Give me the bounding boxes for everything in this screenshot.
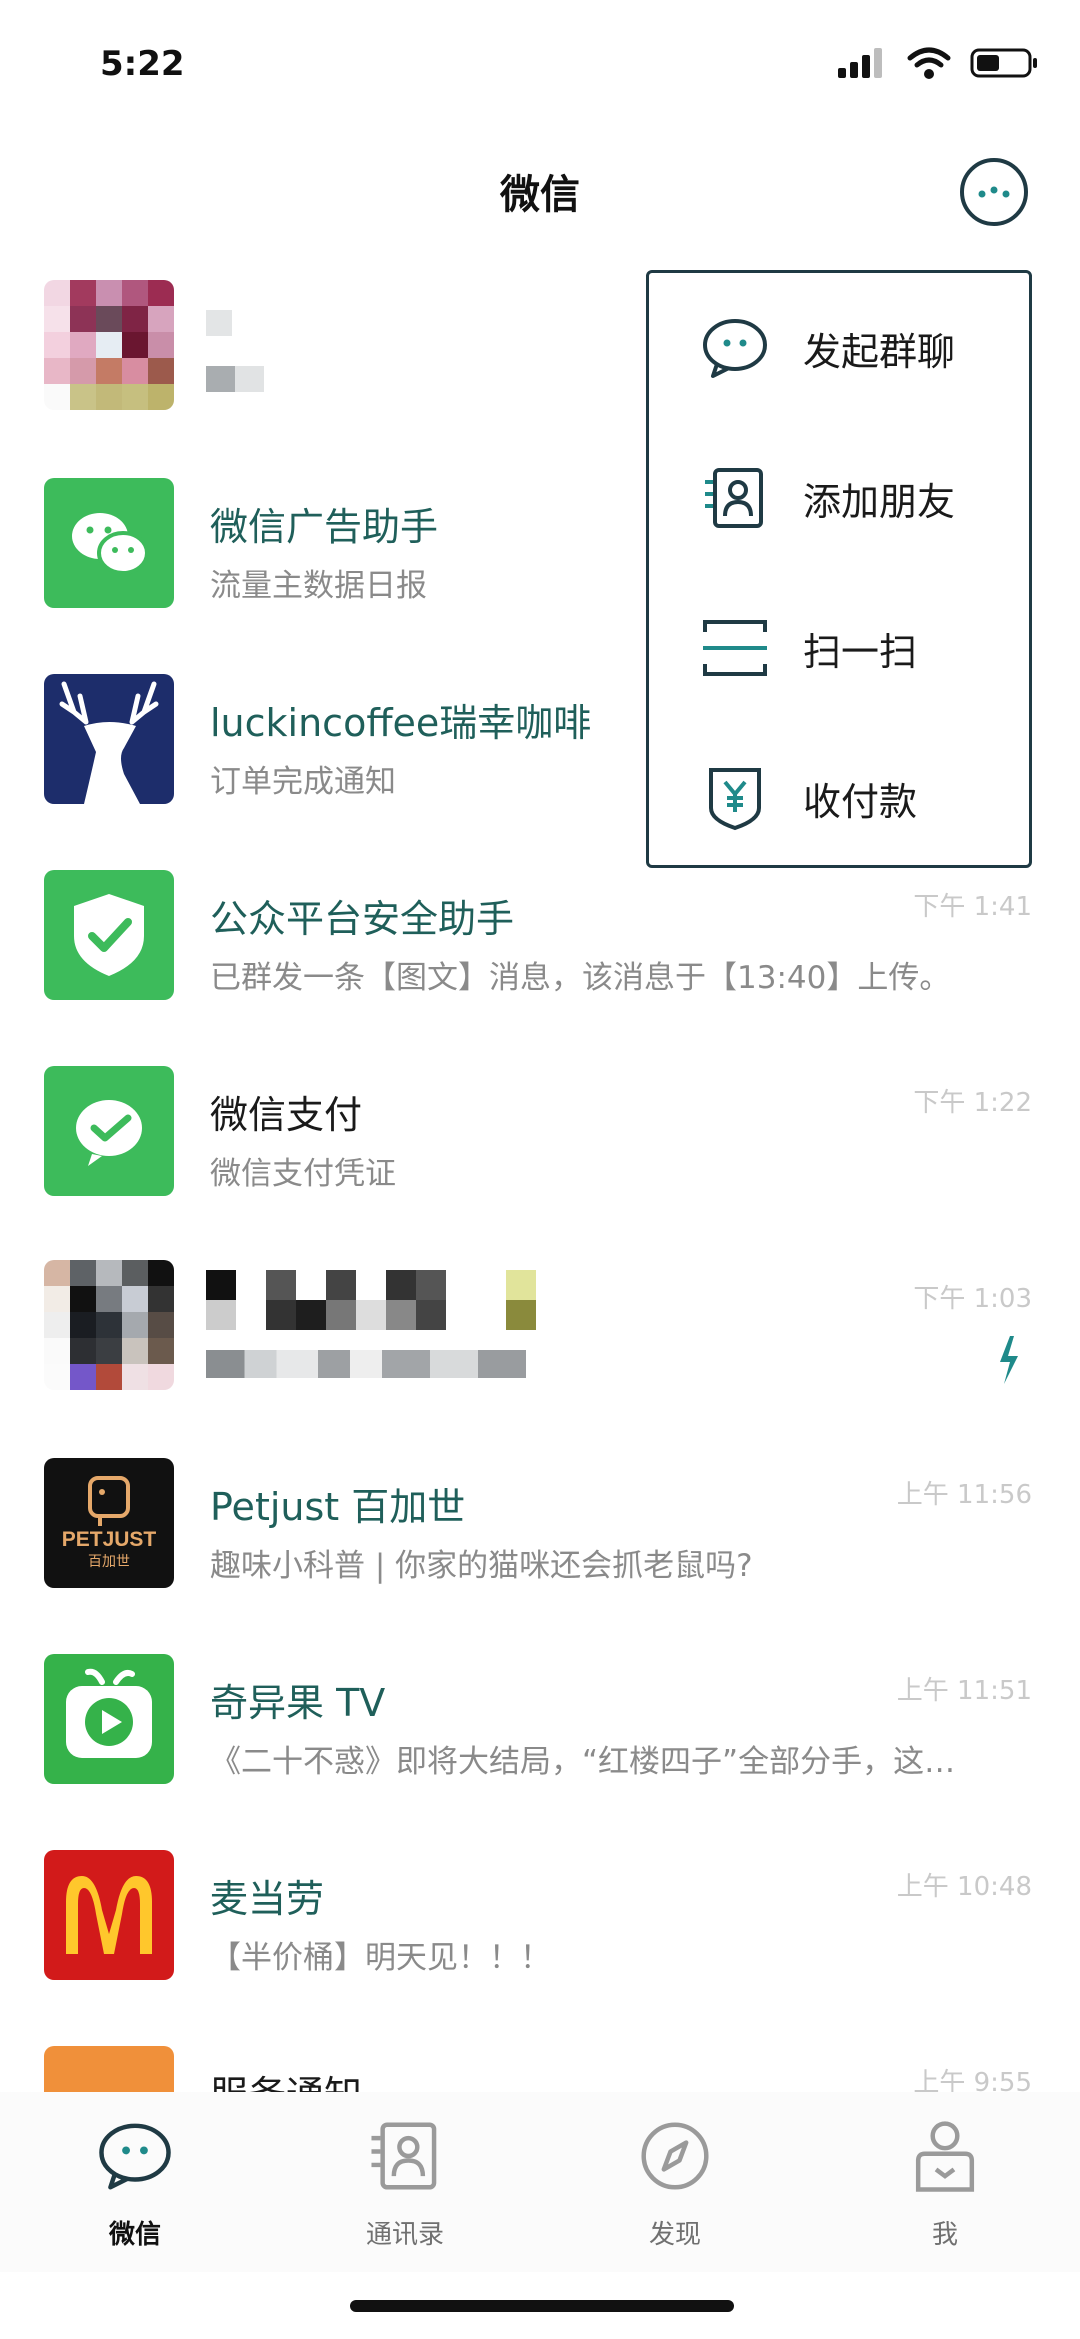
tab-label: 发现 — [648, 2220, 701, 2250]
person-icon — [905, 2116, 985, 2196]
blurred-preview — [206, 1350, 526, 1378]
chat-bubble-icon — [701, 314, 769, 382]
chat-time: 下午 1:22 — [913, 1088, 1032, 1118]
cellular-signal-icon — [838, 48, 882, 78]
chat-preview: 已群发一条【图文】消息，该消息于【13:40】上传。 — [210, 960, 951, 996]
chat-name: 微信广告助手 — [210, 505, 439, 549]
chat-time: 下午 1:41 — [913, 892, 1032, 922]
home-indicator[interactable] — [350, 2300, 734, 2312]
kiwi-tv-icon — [44, 1654, 174, 1784]
page-title: 微信 — [500, 172, 580, 218]
wechat-ad-icon — [44, 478, 174, 608]
add-contact-icon — [701, 464, 769, 532]
blurred-name — [206, 310, 232, 336]
blurred-avatar — [44, 280, 174, 410]
chat-name: 服务通知 — [210, 2064, 362, 2092]
chat-name: 麦当劳 — [210, 1877, 325, 1921]
popup-item-add-friend[interactable]: 添加朋友 — [649, 423, 1029, 573]
blurred-preview — [206, 366, 264, 392]
chat-name: 微信支付 — [210, 1093, 363, 1137]
popup-item-label: 收付款 — [803, 779, 918, 824]
tab-discover[interactable]: 发现 — [540, 2092, 810, 2272]
petjust-logo-text: PETJUST — [62, 1528, 157, 1551]
chat-row[interactable]: PETJUST 百加世 Petjust 百加世 趣味小科普 | 你家的猫咪还会抓… — [0, 1438, 1080, 1634]
chat-row[interactable]: 奇异果 TV 《二十不惑》即将大结局，“红楼四子”全部分手，这… 上午 11:5… — [0, 1634, 1080, 1830]
more-dots-icon — [978, 186, 1010, 198]
chat-time: 上午 11:56 — [896, 1480, 1032, 1510]
chat-row[interactable]: 公众平台安全助手 已群发一条【图文】消息，该消息于【13:40】上传。 下午 1… — [0, 850, 1080, 1046]
service-icon — [44, 2046, 174, 2092]
chat-row[interactable]: 服务通知 上午 9:55 — [0, 2026, 1080, 2092]
chat-name: 公众平台安全助手 — [210, 897, 515, 941]
tab-label: 微信 — [108, 2220, 161, 2250]
chat-row[interactable]: 下午 1:03 — [0, 1242, 1080, 1438]
scan-icon — [701, 614, 769, 682]
chat-name: Petjust 百加世 — [210, 1485, 466, 1529]
compass-icon — [635, 2116, 715, 2196]
chat-time: 下午 1:03 — [913, 1284, 1032, 1314]
chat-name: luckincoffee瑞幸咖啡 — [210, 701, 592, 745]
chat-time: 上午 11:51 — [896, 1676, 1032, 1706]
blurred-avatar — [44, 1260, 174, 1390]
blurred-name — [206, 1270, 536, 1330]
popup-item-payment[interactable]: 收付款 — [649, 723, 1029, 873]
shield-check-icon — [44, 870, 174, 1000]
chat-time: 上午 10:48 — [896, 1872, 1032, 1902]
petjust-logo-subtext: 百加世 — [88, 1554, 130, 1570]
more-button[interactable] — [960, 158, 1028, 226]
popup-item-label: 添加朋友 — [803, 479, 956, 524]
mcdonalds-logo — [44, 1850, 174, 1980]
lightning-icon — [1000, 1336, 1018, 1384]
status-time: 5:22 — [100, 44, 185, 84]
chat-preview: 趣味小科普 | 你家的猫咪还会抓老鼠吗? — [210, 1548, 753, 1584]
chat-preview: 【半价桶】明天见！！！ — [210, 1940, 551, 1976]
petjust-logo: PETJUST 百加世 — [44, 1458, 174, 1588]
chat-preview: 流量主数据日报 — [210, 568, 427, 604]
chat-row[interactable]: 麦当劳 【半价桶】明天见！！！ 上午 10:48 — [0, 1830, 1080, 2026]
chat-preview: 《二十不惑》即将大结局，“红楼四子”全部分手，这… — [210, 1744, 956, 1780]
contacts-icon — [365, 2116, 445, 2196]
tab-label: 通讯录 — [365, 2220, 444, 2250]
popup-menu: 发起群聊 添加朋友 扫一扫 收付款 — [646, 270, 1032, 868]
chat-preview: 订单完成通知 — [210, 764, 396, 800]
luckin-deer-icon — [44, 674, 174, 804]
tab-contacts[interactable]: 通讯录 — [270, 2092, 540, 2272]
payment-shield-icon — [701, 764, 769, 832]
wechat-pay-icon — [44, 1066, 174, 1196]
battery-icon — [970, 48, 1037, 78]
chat-time: 上午 9:55 — [913, 2068, 1032, 2092]
chat-name: 奇异果 TV — [210, 1681, 386, 1725]
tab-chats[interactable]: 微信 — [0, 2092, 270, 2272]
chat-row[interactable]: 微信支付 微信支付凭证 下午 1:22 — [0, 1046, 1080, 1242]
tab-me[interactable]: 我 — [810, 2092, 1080, 2272]
chat-preview: 微信支付凭证 — [210, 1156, 396, 1192]
chat-bubble-icon — [95, 2116, 175, 2196]
popup-item-scan[interactable]: 扫一扫 — [649, 573, 1029, 723]
popup-item-label: 扫一扫 — [803, 629, 918, 674]
popup-item-label: 发起群聊 — [803, 329, 956, 374]
status-icons — [836, 46, 1040, 80]
popup-item-group-chat[interactable]: 发起群聊 — [649, 273, 1029, 423]
tab-label: 我 — [931, 2220, 958, 2250]
tab-bar: 微信 通讯录 发现 我 — [0, 2092, 1080, 2272]
wifi-icon — [907, 47, 951, 79]
